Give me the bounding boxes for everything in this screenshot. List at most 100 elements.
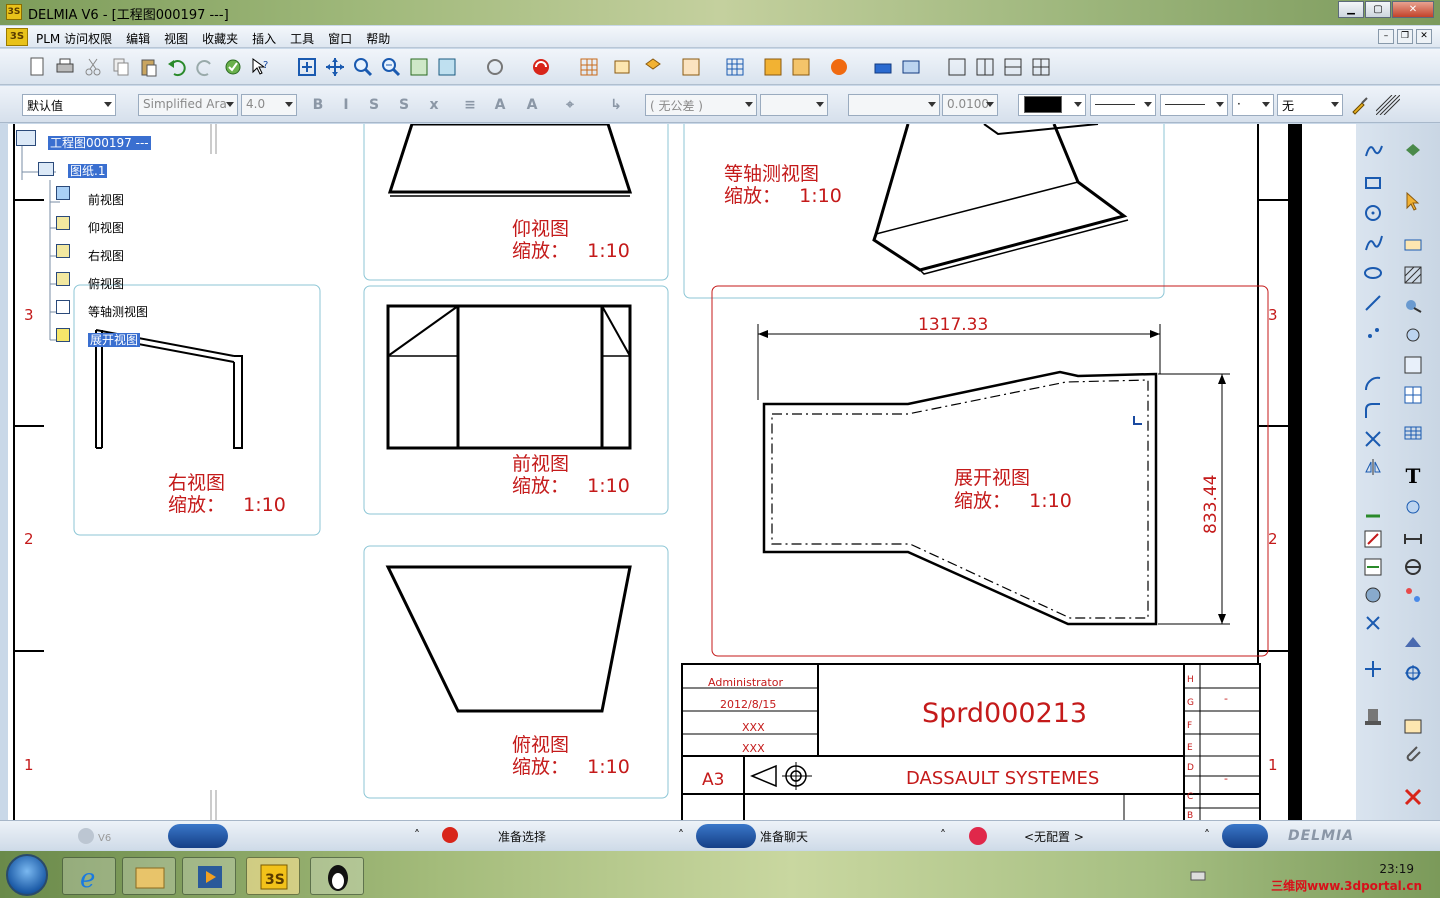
- section-view-icon[interactable]: [762, 56, 784, 78]
- copy-icon[interactable]: [110, 56, 132, 78]
- paintbrush-icon[interactable]: [1350, 95, 1370, 115]
- text-frame-icon[interactable]: A: [490, 95, 510, 115]
- expand-arrow-4[interactable]: ˄: [1204, 828, 1210, 842]
- menu-favorites[interactable]: 收藏夹: [202, 30, 238, 47]
- sketch-icon[interactable]: [1362, 140, 1384, 162]
- start-button[interactable]: [6, 854, 48, 896]
- line-icon[interactable]: [1362, 292, 1384, 314]
- menu-edit[interactable]: 编辑: [126, 30, 150, 47]
- hatch-pattern-icon[interactable]: [1376, 95, 1400, 115]
- fillet-icon[interactable]: [1362, 400, 1384, 422]
- superscript-button[interactable]: x: [424, 95, 444, 115]
- rectangle-icon[interactable]: [1362, 172, 1384, 194]
- select-tool-icon[interactable]: [436, 825, 464, 847]
- fit-all-icon[interactable]: [296, 56, 318, 78]
- compass-icon[interactable]: [872, 56, 894, 78]
- qq-taskbar-button[interactable]: [310, 857, 364, 895]
- doc-close-button[interactable]: ✕: [1416, 29, 1432, 44]
- tree-root[interactable]: 工程图000197 ---: [48, 134, 151, 151]
- minimize-button[interactable]: ▁: [1338, 1, 1364, 18]
- section-cut-icon[interactable]: [1402, 556, 1424, 578]
- pattern-select[interactable]: 无: [1277, 94, 1343, 116]
- print-icon[interactable]: [54, 56, 76, 78]
- menu-help[interactable]: 帮助: [366, 30, 390, 47]
- frame-icon[interactable]: [1402, 714, 1424, 736]
- hatch-icon[interactable]: [1402, 264, 1424, 286]
- delete-constraint-icon[interactable]: [1402, 786, 1424, 808]
- layout-icon-2[interactable]: [974, 56, 996, 78]
- layout-icon-4[interactable]: [1030, 56, 1052, 78]
- tree-iso-view[interactable]: 等轴测视图: [88, 303, 148, 320]
- datum-icon[interactable]: [1402, 384, 1424, 406]
- centerline-icon[interactable]: [1402, 354, 1424, 376]
- ie-taskbar-button[interactable]: e: [62, 857, 116, 895]
- layout-icon-3[interactable]: [1002, 56, 1024, 78]
- render-icon[interactable]: [530, 56, 552, 78]
- detail-view-icon[interactable]: [680, 56, 702, 78]
- keyboard-tray-icon[interactable]: [1190, 869, 1206, 883]
- chat-pill[interactable]: [696, 824, 756, 848]
- views-icon[interactable]: [1402, 584, 1424, 606]
- constraint-icon[interactable]: [1362, 504, 1384, 526]
- strikethrough-button[interactable]: S: [394, 95, 414, 115]
- target-icon[interactable]: [1402, 662, 1424, 684]
- tree-front-view[interactable]: 前视图: [88, 191, 124, 208]
- undo-icon[interactable]: [166, 56, 188, 78]
- table-insert-icon[interactable]: [1402, 422, 1424, 444]
- menu-view[interactable]: 视图: [164, 30, 188, 47]
- whats-this-icon[interactable]: ?: [250, 56, 272, 78]
- pan-icon[interactable]: [324, 56, 346, 78]
- point-icon[interactable]: [1362, 322, 1384, 344]
- tree-unfolded-view[interactable]: 展开视图: [88, 331, 141, 348]
- tree-sheet[interactable]: 图纸.1: [68, 162, 108, 179]
- grid-icon[interactable]: [578, 56, 600, 78]
- paste-icon[interactable]: [138, 56, 160, 78]
- zoom-out-icon[interactable]: [380, 56, 402, 78]
- break-view-icon[interactable]: [790, 56, 812, 78]
- precision-select[interactable]: 0.0100: [942, 94, 998, 116]
- font-size-select[interactable]: 4.0: [241, 94, 297, 116]
- delmia-taskbar-button[interactable]: 3S: [246, 857, 300, 895]
- config-icon[interactable]: [958, 825, 998, 847]
- drawing-root-icon[interactable]: [16, 130, 36, 146]
- line-type-select[interactable]: [1160, 94, 1228, 116]
- swap-icon[interactable]: [484, 56, 506, 78]
- stamp-icon[interactable]: [1362, 706, 1384, 728]
- maximize-button[interactable]: ▢: [1365, 1, 1391, 18]
- axis-system-icon[interactable]: [1402, 140, 1424, 162]
- generative-icon[interactable]: [1362, 584, 1384, 606]
- search-pill[interactable]: [168, 824, 228, 848]
- expand-arrow-1[interactable]: ˄: [414, 828, 420, 842]
- dress-up-icon[interactable]: [1362, 528, 1384, 550]
- expand-arrow-3[interactable]: ˄: [940, 828, 946, 842]
- boxed-text-icon[interactable]: A: [522, 95, 542, 115]
- new-view-icon[interactable]: [612, 56, 634, 78]
- menu-tools[interactable]: 工具: [290, 30, 314, 47]
- tree-right-view[interactable]: 右视图: [88, 247, 124, 264]
- numeric-format-select[interactable]: [848, 94, 940, 116]
- animation-icon[interactable]: [828, 56, 850, 78]
- update-icon[interactable]: [222, 56, 244, 78]
- anchor-icon[interactable]: ↳: [606, 95, 626, 115]
- tolerance-value-select[interactable]: [760, 94, 828, 116]
- circle-icon[interactable]: [1362, 202, 1384, 224]
- sheet-icon[interactable]: [38, 162, 54, 176]
- point-type-select[interactable]: ·: [1232, 94, 1274, 116]
- scissors-icon[interactable]: [1362, 612, 1384, 634]
- line-thickness-select[interactable]: [1090, 94, 1156, 116]
- tree-bottom-view[interactable]: 仰视图: [88, 219, 124, 236]
- app-menu-icon[interactable]: 3S: [6, 28, 28, 46]
- text-tool-icon[interactable]: T: [1402, 464, 1424, 488]
- v6-compass-icon[interactable]: V6: [74, 825, 120, 847]
- symbol-icon[interactable]: ⌖: [560, 95, 580, 115]
- style-select[interactable]: 默认值: [22, 94, 116, 116]
- zoom-in-icon[interactable]: [352, 56, 374, 78]
- table-icon[interactable]: [724, 56, 746, 78]
- geometry-icon[interactable]: [1402, 632, 1424, 654]
- menu-insert[interactable]: 插入: [252, 30, 276, 47]
- mirror-icon[interactable]: [1362, 456, 1384, 478]
- font-select[interactable]: Simplified Ara: [138, 94, 238, 116]
- attach-icon[interactable]: [1402, 742, 1424, 764]
- system-clock[interactable]: 23:19: [1379, 862, 1414, 876]
- spline-icon[interactable]: [1362, 232, 1384, 254]
